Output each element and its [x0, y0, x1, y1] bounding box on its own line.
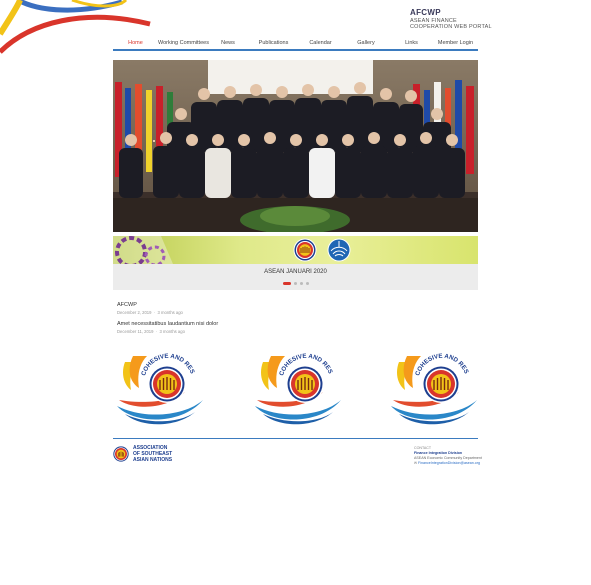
nav-gallery[interactable]: Gallery — [342, 40, 390, 46]
slide-caption-bar: ASEAN JANUARI 2020 — [113, 264, 478, 290]
post-title[interactable]: AFCWP — [117, 302, 183, 308]
emblem-graphic: COHESIVE AND RESPONSIVE — [251, 335, 341, 425]
post-meta: December 2, 2019 · 3 months ago — [117, 310, 183, 315]
nav-news[interactable]: News — [208, 40, 248, 46]
emblem-graphic: COHESIVE AND RESPONSIVE — [113, 335, 203, 425]
footer-divider — [113, 438, 478, 439]
post-meta: December 11, 2019 · 3 months ago — [117, 329, 185, 334]
post-item[interactable]: AFCWP December 2, 2019 · 3 months ago — [117, 302, 183, 315]
post-relative-time: 3 months ago — [157, 310, 183, 315]
nav-calendar[interactable]: Calendar — [299, 40, 342, 46]
contact-email-row[interactable]: ✉ FinanceIntegrationDivision@asean.org — [414, 461, 482, 466]
main-nav: Home Working Committees News Publication… — [113, 36, 478, 50]
slider-pager — [113, 282, 478, 285]
gear-graphic-icon — [113, 236, 173, 264]
partner-logo-icon — [327, 238, 351, 262]
mail-icon: ✉ — [414, 460, 418, 465]
cohesive-responsive-emblem: COHESIVE AND RESPONSIVE — [387, 335, 481, 432]
group-photo — [113, 60, 478, 232]
asean-logo-icon — [293, 238, 317, 262]
nav-working-committees[interactable]: Working Committees — [158, 40, 209, 46]
nav-member-login[interactable]: Member Login — [433, 40, 478, 46]
slide-banner — [113, 236, 478, 264]
hero-slide-image[interactable] — [113, 60, 478, 232]
post-date: December 11, 2019 — [117, 329, 154, 334]
slider-dot[interactable] — [299, 282, 303, 285]
cohesive-responsive-emblem: COHESIVE AND RESPONSIVE — [251, 335, 345, 432]
nav-publications[interactable]: Publications — [248, 40, 299, 46]
post-title[interactable]: Amet necessitatibus laudantium nisi dolo… — [117, 321, 218, 327]
asean-logo-icon — [113, 446, 129, 462]
slider-dot[interactable] — [293, 282, 297, 285]
cohesive-responsive-emblem: COHESIVE AND RESPONSIVE — [113, 335, 207, 432]
post-item[interactable]: Amet necessitatibus laudantium nisi dolo… — [117, 321, 218, 334]
brand-name: AFCWP — [410, 8, 441, 17]
site-brand[interactable]: AFCWP ASEAN FINANCE COOPERATION WEB PORT… — [410, 8, 492, 30]
nav-home[interactable]: Home — [113, 40, 158, 46]
footer-organization: ASSOCIATION OF SOUTHEAST ASIAN NATIONS — [133, 445, 173, 463]
post-date: December 2, 2019 — [117, 310, 152, 315]
nav-divider — [113, 49, 478, 51]
nav-links[interactable]: Links — [390, 40, 433, 46]
slide-caption: ASEAN JANUARI 2020 — [264, 269, 327, 275]
post-relative-time: 3 months ago — [159, 329, 185, 334]
slider-dot[interactable] — [282, 282, 291, 285]
slider-dot[interactable] — [305, 282, 309, 285]
emblem-graphic: COHESIVE AND RESPONSIVE — [387, 335, 477, 425]
brand-tagline-2: COOPERATION WEB PORTAL — [410, 23, 492, 30]
contact-email[interactable]: FinanceIntegrationDivision@asean.org — [418, 461, 480, 465]
footer-contact: CONTACT Finance Integration Division ASE… — [414, 446, 482, 465]
org-name-line: ASIAN NATIONS — [133, 456, 173, 463]
